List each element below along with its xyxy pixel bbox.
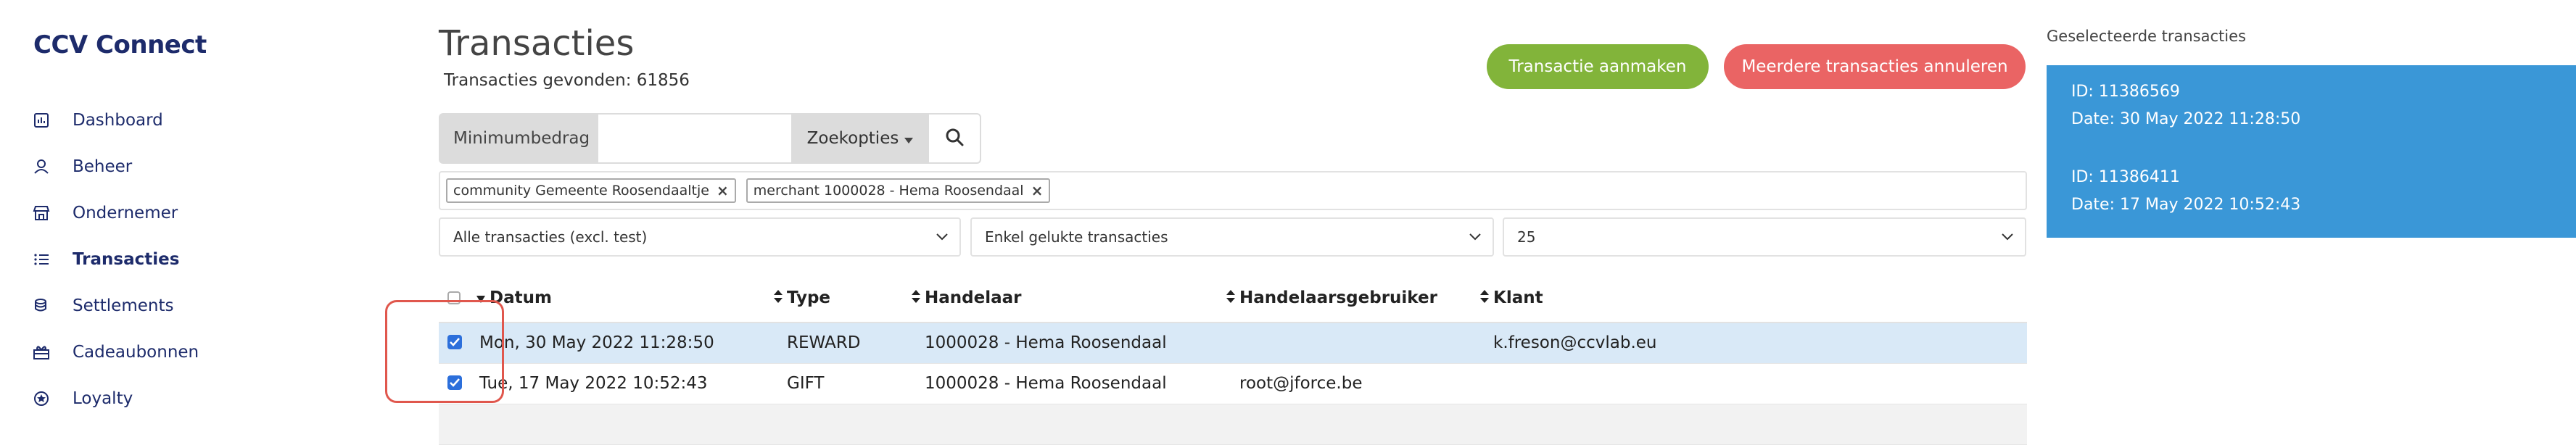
sidebar-item-cadeaubonnen[interactable]: Cadeaubonnen <box>30 338 199 367</box>
table-row[interactable]: Tue, 17 May 2022 10:52:43 GIFT 1000028 -… <box>439 364 2027 404</box>
create-transaction-button[interactable]: Transactie aanmaken <box>1487 44 1709 89</box>
chevron-down-icon <box>1468 229 1482 247</box>
sort-icon <box>774 288 783 307</box>
sidebar-item-label: Ondernemer <box>73 204 178 222</box>
cell-merchant: 1000028 - Hema Roosendaal <box>925 374 1167 393</box>
cell-date: Tue, 17 May 2022 10:52:43 <box>479 374 708 393</box>
column-type[interactable]: Type <box>774 288 830 307</box>
selected-item-id: ID: 11386569 <box>2071 83 2180 101</box>
cell-merchant: 1000028 - Hema Roosendaal <box>925 333 1167 352</box>
sidebar-item-label: Cadeaubonnen <box>73 343 199 362</box>
search-bar: Minimumbedrag Zoekopties <box>439 113 981 164</box>
filter-tags[interactable]: community Gemeente Roosendaaltje × merch… <box>439 171 2027 210</box>
list-icon <box>30 249 52 270</box>
tag-label: community Gemeente Roosendaaltje <box>453 183 709 199</box>
chevron-down-icon <box>2000 229 2015 247</box>
sort-icon <box>1480 288 1489 307</box>
column-klant[interactable]: Klant <box>1480 288 1543 307</box>
selected-panel-title: Geselecteerde transacties <box>2047 28 2246 45</box>
cell-client: k.freson@ccvlab.eu <box>1493 333 1657 352</box>
main-area: Transacties Transacties gevonden: 61856 … <box>421 0 2031 445</box>
sidebar-item-label: Loyalty <box>73 389 133 408</box>
chevron-down-icon <box>935 229 949 247</box>
tag-merchant: merchant 1000028 - Hema Roosendaal × <box>746 178 1051 203</box>
minimum-amount-input[interactable] <box>597 113 793 164</box>
sidebar-item-label: Beheer <box>73 157 133 176</box>
table-header: Datum Type Handelaar Handelaarsgebruiker… <box>439 283 2027 323</box>
star-icon <box>30 388 52 409</box>
cell-date: Mon, 30 May 2022 11:28:50 <box>479 333 714 352</box>
search-options-label: Zoekopties <box>806 129 899 148</box>
sort-icon <box>912 288 920 307</box>
sidebar-item-settlements[interactable]: Settlements <box>30 291 173 320</box>
cell-type: REWARD <box>787 333 861 352</box>
page-size-select[interactable]: 25 <box>1503 217 2026 257</box>
search-options-dropdown[interactable]: Zoekopties <box>793 113 928 164</box>
select-value: Enkel gelukte transacties <box>985 228 1168 246</box>
search-button[interactable] <box>928 113 981 164</box>
sidebar-item-label: Settlements <box>73 296 174 315</box>
cell-type: GIFT <box>787 374 825 393</box>
user-icon <box>30 156 52 178</box>
selected-transactions-list: ID: 11386569 Date: 30 May 2022 11:28:50 … <box>2047 65 2576 238</box>
selected-transactions-panel: Geselecteerde transacties ID: 11386569 D… <box>2031 0 2576 415</box>
sidebar: CCV Connect Dashboard Beheer Ondernemer … <box>0 0 422 415</box>
store-icon <box>30 202 52 224</box>
selected-item-date: Date: 30 May 2022 11:28:50 <box>2071 110 2301 128</box>
column-label: Handelaar <box>925 288 1022 307</box>
minimum-amount-label: Minimumbedrag <box>439 113 597 164</box>
cell-merchant-user: root@jforce.be <box>1239 374 1363 393</box>
selected-item[interactable]: ID: 11386411 Date: 17 May 2022 10:52:43 <box>2071 164 2300 219</box>
remove-tag-icon[interactable]: × <box>717 182 729 199</box>
transactions-filter-select[interactable]: Alle transacties (excl. test) <box>439 217 961 257</box>
remove-tag-icon[interactable]: × <box>1031 182 1044 199</box>
coins-icon <box>30 295 52 317</box>
sidebar-item-loyalty[interactable]: Loyalty <box>30 384 133 413</box>
search-icon <box>945 128 964 149</box>
sidebar-item-label: Dashboard <box>73 111 163 130</box>
brand-logo[interactable]: CCV Connect <box>33 30 207 59</box>
caret-down-icon <box>904 129 914 148</box>
sidebar-item-label: Transacties <box>73 250 180 269</box>
column-handelaar[interactable]: Handelaar <box>912 288 1021 307</box>
column-label: Type <box>787 288 831 307</box>
cancel-multiple-button[interactable]: Meerdere transacties annuleren <box>1724 44 2026 89</box>
gift-icon <box>30 341 52 363</box>
tag-label: merchant 1000028 - Hema Roosendaal <box>753 183 1024 199</box>
chart-icon <box>30 109 52 131</box>
results-count: Transacties gevonden: 61856 <box>444 71 690 90</box>
select-value: 25 <box>1517 228 1536 246</box>
page-title: Transacties <box>439 23 635 64</box>
status-filter-select[interactable]: Enkel gelukte transacties <box>970 217 1494 257</box>
column-label: Klant <box>1493 288 1543 307</box>
column-label: Handelaarsgebruiker <box>1239 288 1437 307</box>
selected-item-id: ID: 11386411 <box>2071 168 2180 186</box>
sidebar-item-dashboard[interactable]: Dashboard <box>30 106 163 135</box>
select-value: Alle transacties (excl. test) <box>453 228 648 246</box>
sidebar-item-transacties[interactable]: Transacties <box>30 245 179 274</box>
transactions-content: Transacties Transacties gevonden: 61856 … <box>421 0 2031 445</box>
tag-community: community Gemeente Roosendaaltje × <box>446 178 736 203</box>
table-row[interactable]: Mon, 30 May 2022 11:28:50 REWARD 1000028… <box>439 323 2027 364</box>
table-row <box>439 404 2027 445</box>
column-handelaarsgebruiker[interactable]: Handelaarsgebruiker <box>1226 288 1437 307</box>
selected-item-date: Date: 17 May 2022 10:52:43 <box>2071 196 2301 214</box>
sidebar-item-beheer[interactable]: Beheer <box>30 152 132 181</box>
selected-item[interactable]: ID: 11386569 Date: 30 May 2022 11:28:50 <box>2071 78 2300 133</box>
sort-icon <box>1226 288 1235 307</box>
sidebar-item-ondernemer[interactable]: Ondernemer <box>30 199 178 228</box>
annotation-highlight-box <box>385 300 504 403</box>
